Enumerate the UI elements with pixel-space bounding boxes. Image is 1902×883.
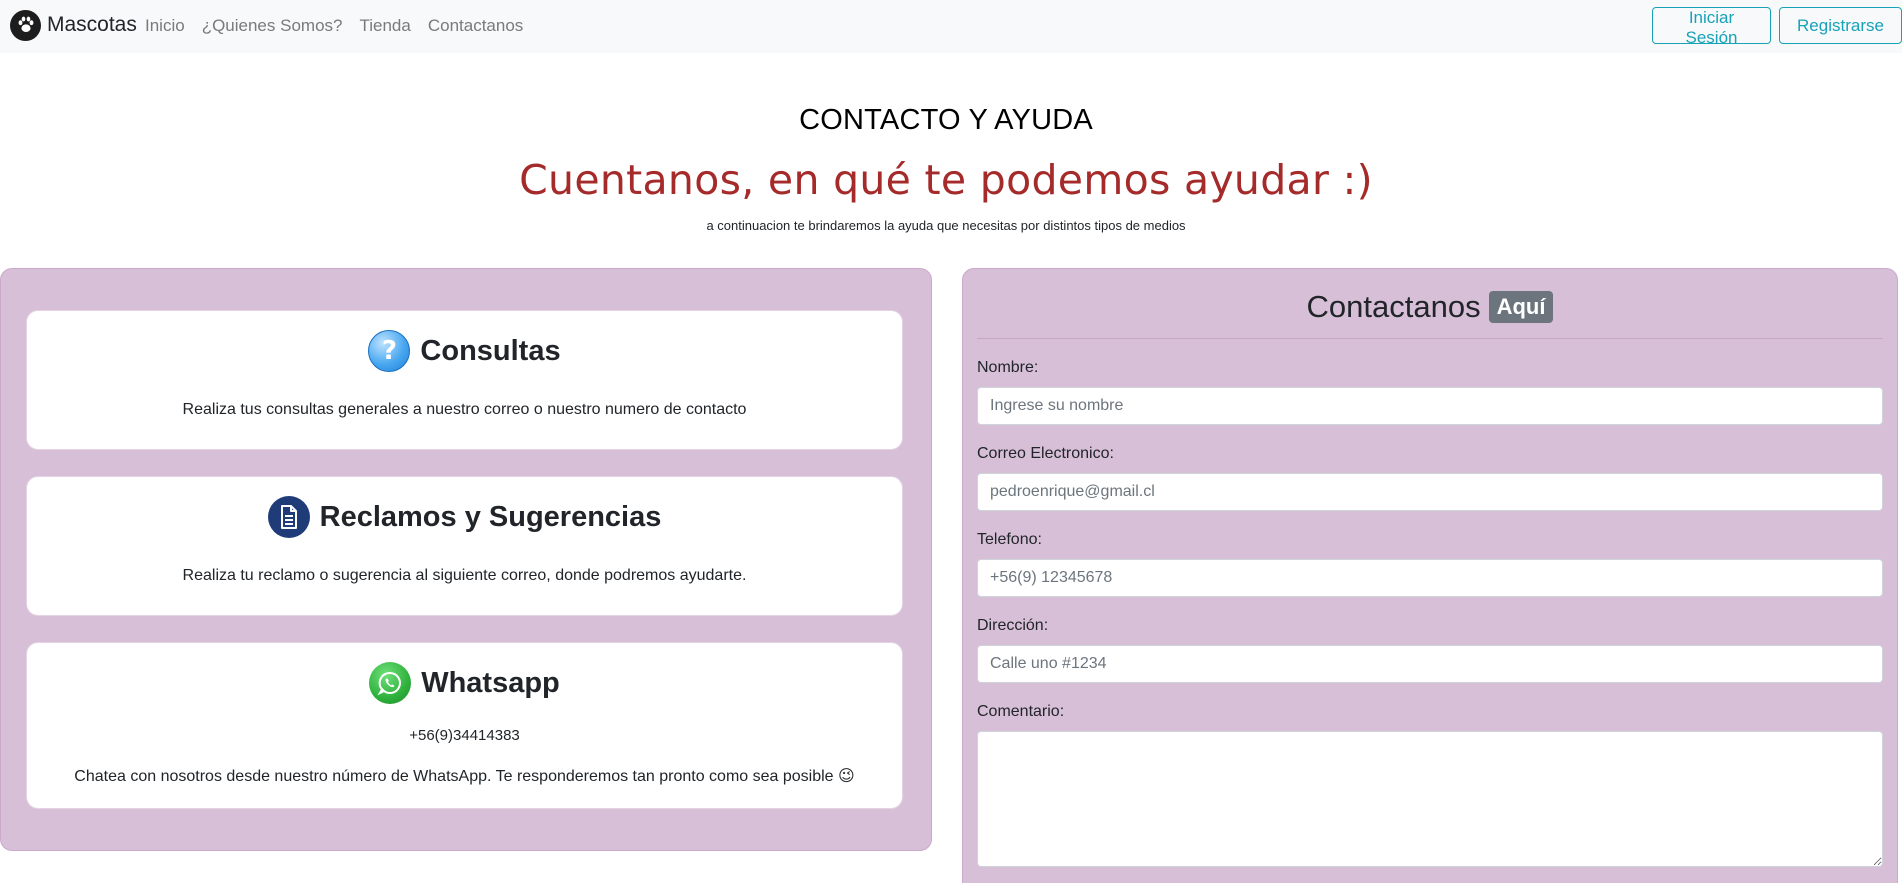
card-header: Reclamos y Sugerencias	[27, 495, 902, 539]
page-title: CONTACTO Y AYUDA	[799, 104, 1093, 136]
card-title: Reclamos y Sugerencias	[319, 500, 662, 533]
name-input[interactable]	[977, 387, 1883, 425]
register-button[interactable]: Registrarse	[1779, 7, 1902, 44]
card-header: Whatsapp	[27, 661, 902, 705]
brand-name: Mascotas	[47, 13, 137, 36]
nav-link-quienes-somos[interactable]: ¿Quienes Somos?	[202, 15, 343, 37]
nav-links: Inicio ¿Quienes Somos? Tienda Contactano…	[145, 15, 540, 37]
email-label: Correo Electronico:	[977, 445, 1114, 462]
card-consultas: ? Consultas Realiza tus consultas genera…	[26, 310, 903, 450]
whatsapp-icon	[369, 662, 412, 704]
phone-input[interactable]	[977, 559, 1883, 597]
phone-label: Telefono:	[977, 531, 1042, 548]
navbar: Mascotas Inicio ¿Quienes Somos? Tienda C…	[0, 0, 1902, 53]
card-text: Realiza tu reclamo o sugerencia al sigui…	[182, 567, 747, 584]
comment-textarea[interactable]	[977, 731, 1883, 867]
card-whatsapp: Whatsapp +56(9)34414383 Chatea con nosot…	[26, 642, 903, 809]
form-badge: Aquí	[1488, 291, 1554, 323]
address-label: Dirección:	[977, 617, 1049, 634]
contact-form-panel: Contactanos Aquí Nombre: Correo Electron…	[962, 268, 1898, 883]
comment-label: Comentario:	[977, 703, 1065, 720]
card-title: Consultas	[420, 334, 561, 367]
help-panel: ? Consultas Realiza tus consultas genera…	[0, 268, 932, 851]
form-divider	[977, 338, 1883, 339]
card-header: ? Consultas	[27, 329, 902, 373]
address-input[interactable]	[977, 645, 1883, 683]
nav-link-inicio[interactable]: Inicio	[145, 15, 185, 37]
email-input[interactable]	[977, 473, 1883, 511]
whatsapp-phone: +56(9)34414383	[409, 727, 520, 744]
name-label: Nombre:	[977, 359, 1039, 376]
question-icon: ?	[368, 330, 411, 372]
card-title: Whatsapp	[421, 666, 560, 699]
brand-link[interactable]: Mascotas	[10, 9, 137, 41]
paw-icon	[10, 9, 41, 41]
form-heading: Contactanos	[1306, 289, 1481, 324]
card-reclamos: Reclamos y Sugerencias Realiza tu reclam…	[26, 476, 903, 616]
card-text: Realiza tus consultas generales a nuestr…	[182, 401, 747, 418]
page-subtitle: Cuentanos, en qué te podemos ayudar :)	[519, 156, 1373, 204]
document-icon	[267, 496, 310, 538]
nav-link-tienda[interactable]: Tienda	[359, 15, 410, 37]
form-title: Contactanos Aquí	[963, 289, 1897, 325]
card-text: Chatea con nosotros desde nuestro número…	[74, 768, 855, 785]
page-description: a continuacion te brindaremos la ayuda q…	[706, 218, 1186, 233]
nav-link-contactanos[interactable]: Contactanos	[428, 15, 523, 37]
login-button[interactable]: Iniciar Sesión	[1652, 7, 1771, 47]
